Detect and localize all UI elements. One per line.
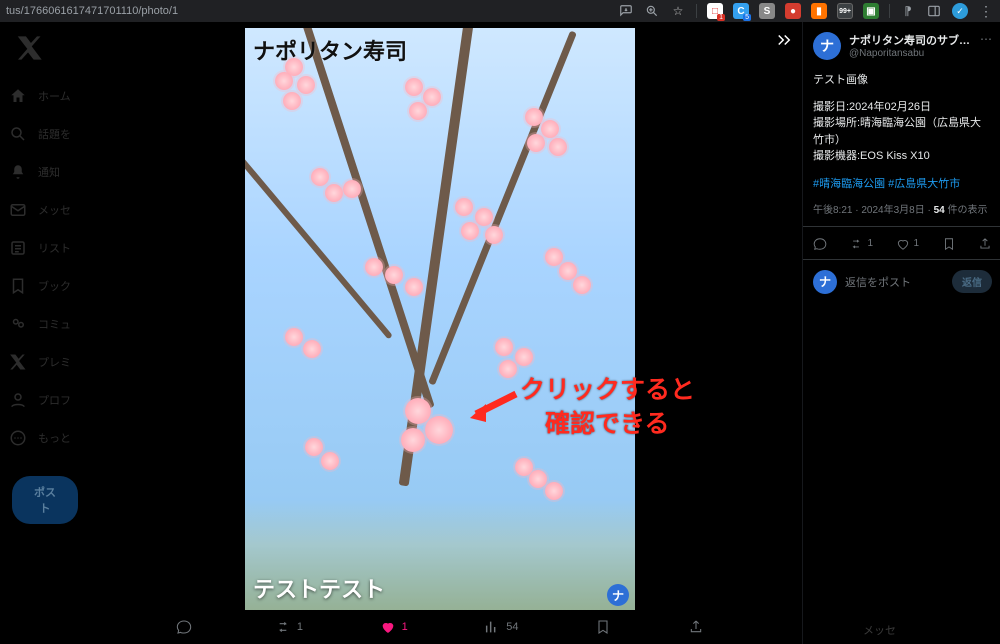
photo-badge-icon: ナ: [607, 584, 629, 606]
reply-avatar[interactable]: ナ: [813, 270, 837, 294]
reply-submit-button[interactable]: 返信: [952, 270, 992, 293]
tweet-more-icon[interactable]: ⋯: [980, 32, 992, 46]
tweet-text: テスト画像 撮影日:2024年02月26日 撮影場所:晴海臨海公園（広島県大竹市…: [813, 72, 992, 175]
extension-6-icon[interactable]: ▣: [863, 3, 879, 19]
browser-chrome-bar: tus/1766061617471701110/photo/1 ☆ □1 C5 …: [0, 0, 1000, 22]
nav-bookmarks[interactable]: ブック: [8, 276, 78, 296]
tweet-hashtags[interactable]: #晴海臨海公園 #広島県大竹市: [813, 175, 992, 191]
retweet-button[interactable]: 1: [849, 237, 873, 251]
separator: [803, 226, 1000, 227]
annotation-text: クリックすると 確認できる: [520, 374, 695, 442]
media-reply-button[interactable]: [176, 619, 198, 635]
media-retweet-button[interactable]: 1: [275, 619, 303, 635]
media-share-button[interactable]: [688, 619, 704, 635]
profile-icon[interactable]: ✓: [952, 3, 968, 19]
left-sidebar: ホーム 話題を 通知 メッセ リスト ブック コミュ プレミ プロフ もっと ポ…: [0, 22, 78, 644]
nav-more[interactable]: もっと: [8, 428, 78, 448]
sidepanel-icon[interactable]: [926, 3, 942, 19]
extension-3-icon[interactable]: S: [759, 3, 775, 19]
tweet-timestamp: 午後8:21 · 2024年3月8日 · 54 件の表示: [813, 201, 992, 216]
zoom-icon[interactable]: [644, 3, 660, 19]
tweet-meta-line-3: 撮影機器:EOS Kiss X10: [813, 150, 930, 162]
extension-2-icon[interactable]: C5: [733, 3, 749, 19]
chrome-right-cluster: ☆ □1 C5 S ● ▮ 99+ ▣ ⁋ ✓ ⋮: [618, 3, 994, 19]
url-fragment: tus/1766061617471701110/photo/1: [6, 5, 178, 17]
like-button[interactable]: 1: [896, 237, 920, 251]
media-viewer: ナポリタン寿司 テストテスト ナ 1 1 54: [78, 22, 802, 644]
reply-button[interactable]: [813, 237, 827, 251]
photo-image[interactable]: ナポリタン寿司 テストテスト ナ: [245, 28, 635, 610]
extension-1-icon[interactable]: □1: [707, 3, 723, 19]
share-button[interactable]: [978, 237, 992, 251]
media-bookmark-button[interactable]: [595, 619, 611, 635]
bookmark-button[interactable]: [942, 237, 956, 251]
nav-explore[interactable]: 話題を: [8, 124, 78, 144]
media-like-button[interactable]: 1: [380, 619, 408, 635]
reply-input[interactable]: 返信をポスト: [845, 274, 944, 290]
media-action-bar: 1 1 54: [78, 610, 802, 644]
install-app-icon[interactable]: [618, 3, 634, 19]
music-icon[interactable]: ⁋: [900, 3, 916, 19]
nav-lists[interactable]: リスト: [8, 238, 78, 258]
bookmark-star-icon[interactable]: ☆: [670, 3, 686, 19]
extension-tabcount-icon[interactable]: 99+: [837, 3, 853, 19]
tweet-meta-line-2: 撮影場所:晴海臨海公園（広島県大竹市）: [813, 117, 981, 146]
chrome-menu-icon[interactable]: ⋮: [978, 3, 994, 19]
tweet-body-lead: テスト画像: [813, 72, 992, 89]
media-views-button[interactable]: 54: [484, 619, 518, 635]
x-logo-icon[interactable]: [16, 34, 44, 62]
extension-4-icon[interactable]: ●: [785, 3, 801, 19]
nav-profile[interactable]: プロフ: [8, 390, 78, 410]
tweet-info-panel: ナ ナポリタン寿司のサブ垢@広島住み… @Naporitansabu ⋯ テスト…: [802, 22, 1000, 644]
nav-messages[interactable]: メッセ: [8, 200, 78, 220]
photo-overlay-top-text: ナポリタン寿司: [253, 34, 407, 66]
tweet-meta-line-1: 撮影日:2024年02月26日: [813, 101, 931, 113]
nav-notifications[interactable]: 通知: [8, 162, 78, 182]
nav-home[interactable]: ホーム: [8, 86, 78, 106]
display-name[interactable]: ナポリタン寿司のサブ垢@広島住み…: [849, 32, 972, 48]
user-handle[interactable]: @Naporitansabu: [849, 48, 972, 59]
extension-5-icon[interactable]: ▮: [811, 3, 827, 19]
messages-drawer-label[interactable]: メッセ: [863, 622, 896, 638]
nav-communities[interactable]: コミュ: [8, 314, 78, 334]
separator: [803, 259, 1000, 260]
post-button[interactable]: ポスト: [12, 476, 78, 524]
photo-overlay-bottom-text: テストテスト: [253, 572, 385, 604]
avatar[interactable]: ナ: [813, 32, 841, 60]
engagement-row: 1 1: [813, 233, 992, 259]
nav-premium[interactable]: プレミ: [8, 352, 78, 372]
annotation-arrow-icon: [466, 388, 520, 435]
collapse-sidebar-icon[interactable]: [772, 28, 796, 52]
